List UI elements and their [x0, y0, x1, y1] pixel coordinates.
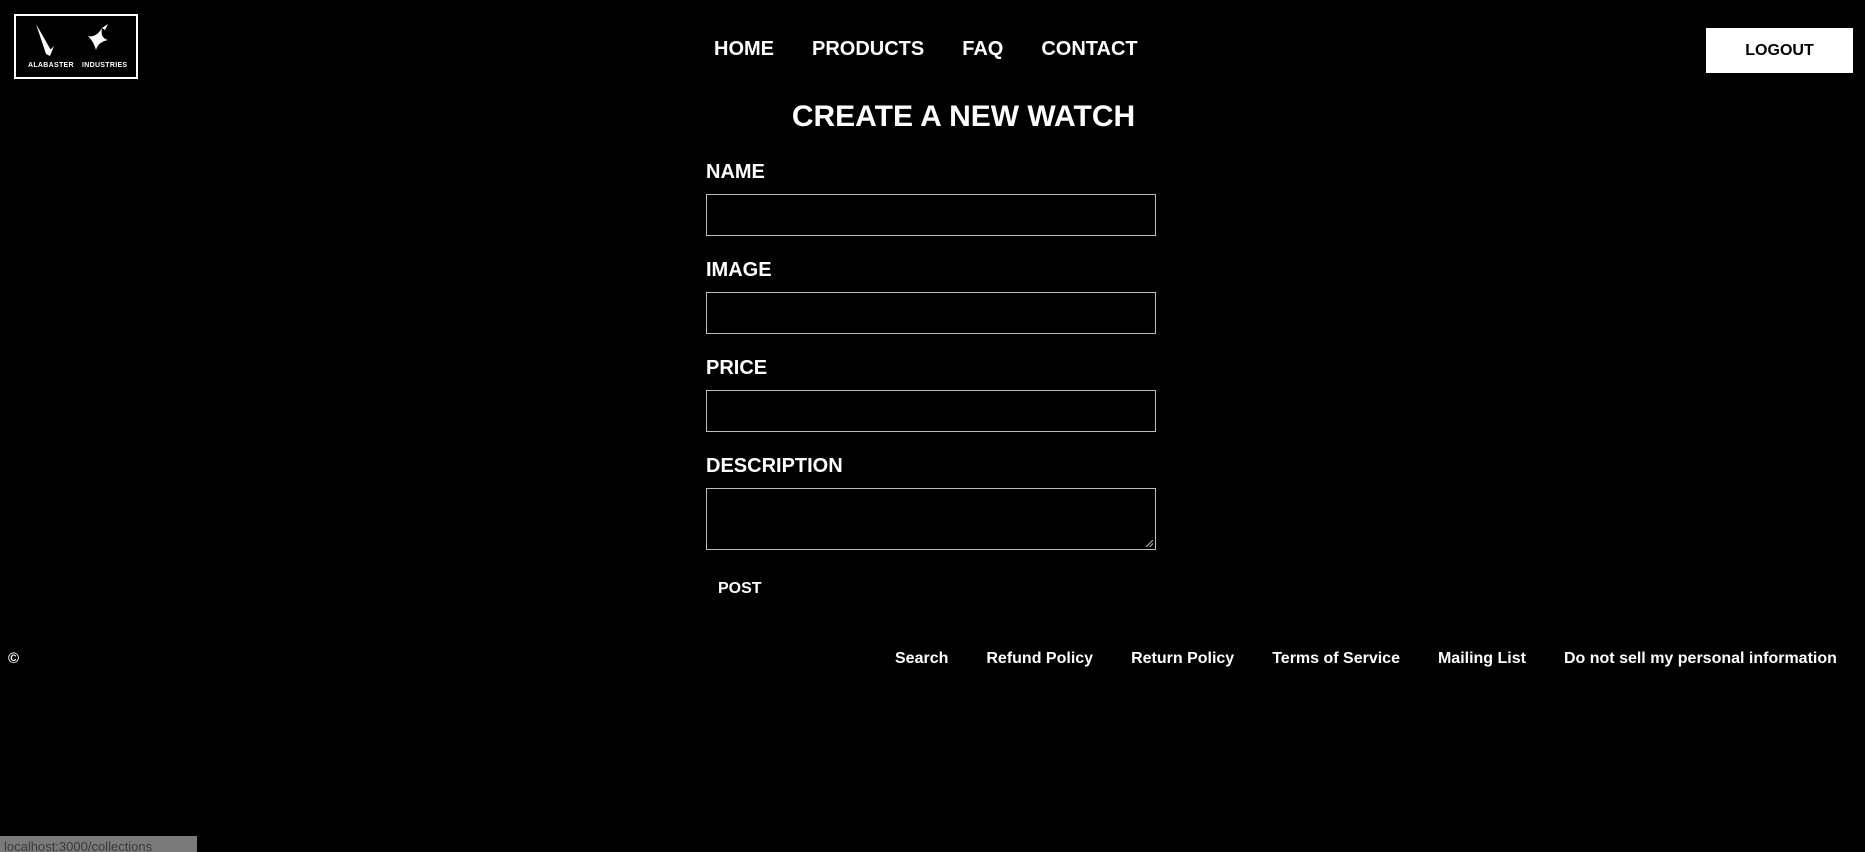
footer-link-terms-of-service[interactable]: Terms of Service	[1272, 650, 1400, 668]
main-nav: HOME PRODUCTS FAQ CONTACT	[714, 38, 1176, 61]
nav-home[interactable]: HOME	[714, 38, 774, 61]
copyright: ©	[8, 650, 20, 667]
description-textarea[interactable]	[706, 488, 1156, 550]
logout-button[interactable]: LOGOUT	[1706, 28, 1853, 73]
footer-link-search[interactable]: Search	[895, 650, 948, 668]
name-input[interactable]	[706, 194, 1156, 236]
logo-text-alabaster: ALABASTER	[28, 62, 74, 69]
price-input[interactable]	[706, 390, 1156, 432]
logo-text-industries: INDUSTRIES	[82, 62, 128, 69]
footer-link-mailing-list[interactable]: Mailing List	[1438, 650, 1526, 668]
footer-link-do-not-sell[interactable]: Do not sell my personal information	[1564, 650, 1837, 668]
image-label: IMAGE	[706, 259, 772, 281]
nav-products[interactable]: PRODUCTS	[812, 38, 924, 61]
create-watch-form: NAME IMAGE PRICE DESCRIPTION	[706, 160, 1156, 550]
page-title: CREATE A NEW WATCH	[791, 100, 1136, 133]
name-label: NAME	[706, 161, 765, 183]
browser-status-bar: localhost:3000/collections	[0, 836, 197, 852]
post-button[interactable]: POST	[718, 580, 762, 598]
footer-links: Search Refund Policy Return Policy Terms…	[895, 650, 1837, 668]
image-input[interactable]	[706, 292, 1156, 334]
price-label: PRICE	[706, 357, 768, 379]
logo[interactable]: ALABASTER INDUSTRIES	[14, 14, 138, 79]
nav-faq[interactable]: FAQ	[962, 38, 1003, 61]
footer-link-return-policy[interactable]: Return Policy	[1131, 650, 1234, 668]
resize-handle-icon[interactable]	[1146, 540, 1153, 547]
description-label: DESCRIPTION	[706, 455, 843, 477]
nav-contact[interactable]: CONTACT	[1041, 38, 1137, 61]
footer-link-refund-policy[interactable]: Refund Policy	[986, 650, 1093, 668]
